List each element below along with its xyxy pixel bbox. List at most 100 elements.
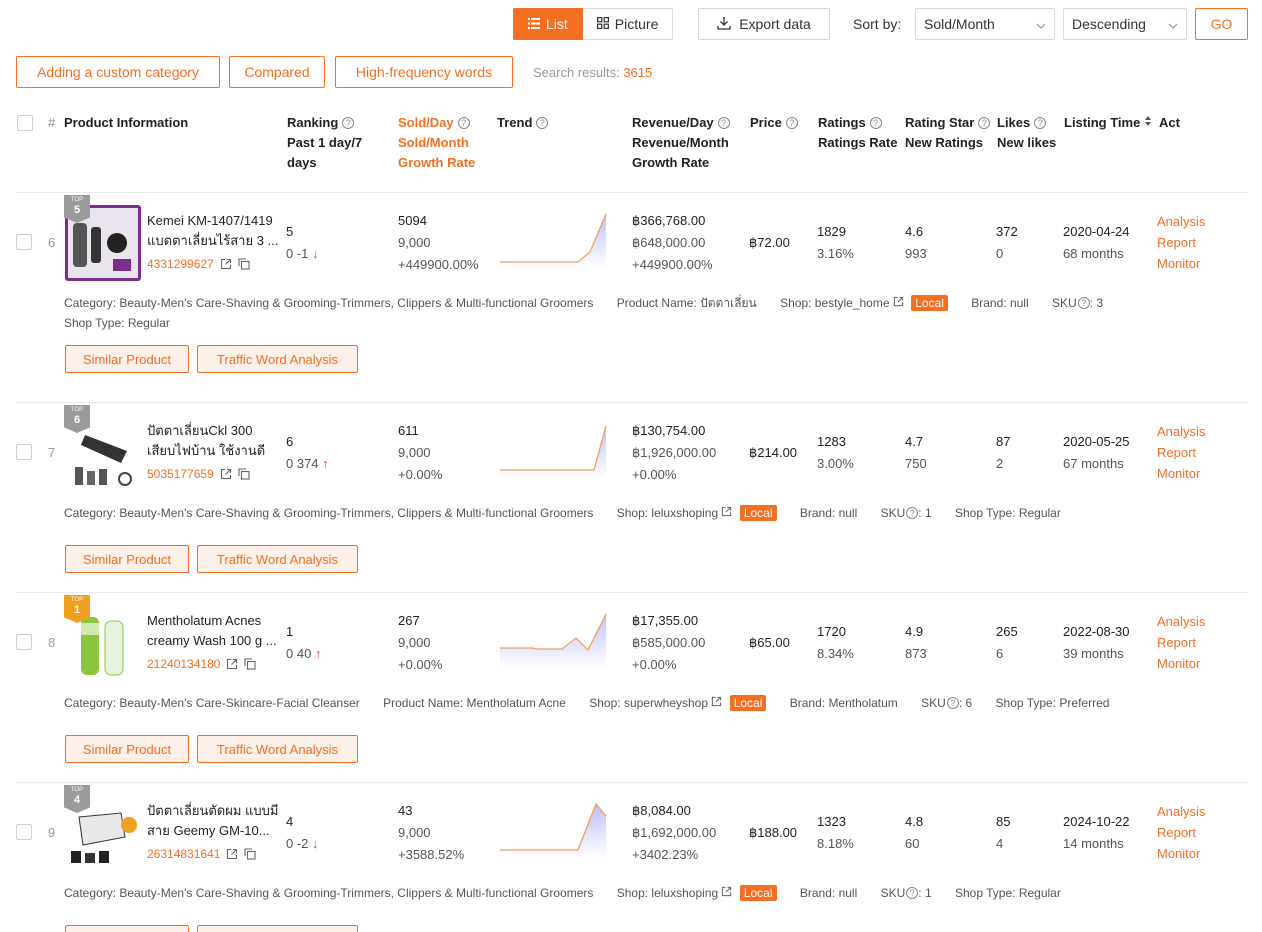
row-checkbox[interactable] — [16, 634, 32, 650]
picture-view-button[interactable]: Picture — [582, 8, 674, 40]
external-link-icon[interactable] — [220, 468, 232, 480]
product-name[interactable]: ปัตตาเลี่ยนตัดผม แบบมีสาย Geemy GM-10... — [147, 801, 281, 841]
compared-button[interactable]: Compared — [229, 56, 325, 88]
revenue-day-value: ฿366,768.00 — [632, 213, 706, 228]
external-link-icon[interactable] — [721, 506, 732, 520]
report-link[interactable]: Report — [1157, 442, 1205, 463]
arrow-up-icon: ↑ — [322, 456, 329, 471]
report-link[interactable]: Report — [1157, 232, 1205, 253]
revenue-growth-value: +0.00% — [632, 467, 677, 482]
revenue-growth-value: +449900.00% — [632, 257, 713, 272]
trend-sparkline — [500, 425, 607, 478]
row-checkbox[interactable] — [16, 234, 32, 250]
ratings-header-label: Ratings — [818, 115, 866, 130]
likes-value: 265 — [996, 624, 1018, 639]
ratings-value: 1283 — [817, 434, 846, 449]
listing-time-header[interactable]: Listing Time — [1064, 113, 1152, 133]
actions-cell: Analysis Report Monitor — [1157, 801, 1205, 864]
select-all-checkbox[interactable] — [17, 115, 33, 131]
sort-order-select[interactable]: Descending — [1063, 8, 1187, 40]
traffic-word-analysis-button[interactable]: Traffic Word Analysis — [197, 345, 358, 373]
analysis-link[interactable]: Analysis — [1157, 801, 1205, 822]
price-value: ฿72.00 — [749, 235, 790, 250]
top-rank-badge: TOP 4 — [64, 785, 90, 813]
revenue-day-header: Revenue/Day — [632, 115, 714, 130]
copy-icon[interactable] — [238, 258, 250, 270]
rating-star-header[interactable]: Rating Star? New Ratings — [905, 113, 991, 153]
external-link-icon[interactable] — [711, 696, 722, 710]
ratings-header[interactable]: Ratings? Ratings Rate — [818, 113, 897, 153]
listing-age-value: 67 months — [1063, 456, 1124, 471]
similar-product-button[interactable]: Similar Product — [65, 735, 189, 763]
product-id-link[interactable]: 5035177659 — [147, 467, 214, 481]
external-link-icon[interactable] — [226, 658, 238, 670]
monitor-link[interactable]: Monitor — [1157, 653, 1205, 674]
shop-label: Shop: — [616, 506, 649, 520]
price-header[interactable]: Price? — [750, 113, 798, 133]
report-link[interactable]: Report — [1157, 632, 1205, 653]
act-header: Act — [1159, 115, 1180, 130]
ranking-header-sub2: days — [287, 155, 317, 170]
product-name[interactable]: Mentholatum Acnes creamy Wash 100 g ... — [147, 611, 281, 651]
analysis-link[interactable]: Analysis — [1157, 211, 1205, 232]
external-link-icon[interactable] — [893, 296, 904, 310]
revenue-header[interactable]: Revenue/Day? Revenue/Month Growth Rate — [632, 113, 730, 173]
copy-icon[interactable] — [244, 658, 256, 670]
traffic-word-analysis-button[interactable]: Traffic Word Analysis — [197, 925, 358, 932]
new-likes-value: 2 — [996, 456, 1004, 471]
shop-value[interactable]: superwheyshop — [624, 696, 708, 710]
listing-time-header-label: Listing Time — [1064, 115, 1141, 130]
shop-type-label: Shop Type: — [64, 316, 125, 330]
traffic-word-analysis-button[interactable]: Traffic Word Analysis — [197, 545, 358, 573]
copy-icon[interactable] — [244, 848, 256, 860]
traffic-word-analysis-button[interactable]: Traffic Word Analysis — [197, 735, 358, 763]
search-results-count: 3615 — [623, 65, 653, 80]
row-checkbox[interactable] — [16, 444, 32, 460]
likes-header[interactable]: Likes? New likes — [997, 113, 1056, 153]
analysis-link[interactable]: Analysis — [1157, 611, 1205, 632]
report-link[interactable]: Report — [1157, 822, 1205, 843]
add-custom-category-button[interactable]: Adding a custom category — [16, 56, 220, 88]
similar-product-button[interactable]: Similar Product — [65, 925, 189, 932]
monitor-link[interactable]: Monitor — [1157, 843, 1205, 864]
external-link-icon[interactable] — [226, 848, 238, 860]
likes-cell: 265 6 — [996, 621, 1018, 665]
similar-product-button[interactable]: Similar Product — [65, 345, 189, 373]
sku-value: 6 — [965, 696, 973, 710]
listing-time-cell: 2020-04-24 68 months — [1063, 221, 1130, 265]
export-data-button[interactable]: Export data — [698, 8, 830, 40]
product-id-link[interactable]: 4331299627 — [147, 257, 214, 271]
copy-icon[interactable] — [238, 468, 250, 480]
rating-star-value: 4.8 — [905, 814, 924, 829]
external-link-icon[interactable] — [220, 258, 232, 270]
likes-value: 85 — [996, 814, 1011, 829]
external-link-icon[interactable] — [721, 886, 732, 900]
product-id-link[interactable]: 26314831641 — [147, 847, 220, 861]
monitor-link[interactable]: Monitor — [1157, 253, 1205, 274]
sold-header[interactable]: Sold/Day? Sold/Month Growth Rate — [398, 113, 475, 173]
shop-value[interactable]: leluxshoping — [651, 506, 718, 520]
monitor-link[interactable]: Monitor — [1157, 463, 1205, 484]
product-id-link[interactable]: 21240134180 — [147, 657, 220, 671]
likes-cell: 87 2 — [996, 431, 1010, 475]
ranking-header[interactable]: Ranking? Past 1 day/7 days — [287, 113, 362, 173]
product-name[interactable]: ปัตตาเลี่ยนCkl 300 เสียบไฟบ้าน ใช้งานดี — [147, 421, 281, 461]
sold-growth-value: +0.00% — [398, 467, 443, 482]
shop-value[interactable]: bestyle_home — [815, 296, 890, 310]
list-view-button[interactable]: List — [513, 8, 583, 40]
row-divider — [16, 782, 1248, 783]
similar-product-button[interactable]: Similar Product — [65, 545, 189, 573]
high-frequency-words-button[interactable]: High-frequency words — [335, 56, 513, 88]
sort-field-select[interactable]: Sold/Month — [915, 8, 1055, 40]
go-button[interactable]: GO — [1195, 8, 1248, 40]
product-meta: Category: Beauty-Men's Care-Shaving & Gr… — [64, 295, 1104, 311]
analysis-link[interactable]: Analysis — [1157, 421, 1205, 442]
shop-value[interactable]: leluxshoping — [651, 886, 718, 900]
row-divider — [16, 592, 1248, 593]
ranking-cell: 4 0 -2 ↓ — [286, 811, 319, 855]
product-name-value: Mentholatum Acne — [466, 696, 566, 710]
row-checkbox[interactable] — [16, 824, 32, 840]
product-name[interactable]: Kemei KM-1407/1419 แบตตาเลี่ยนไร้สาย 3 .… — [147, 211, 281, 251]
trend-area — [500, 614, 606, 668]
new-ratings-value: 873 — [905, 646, 927, 661]
